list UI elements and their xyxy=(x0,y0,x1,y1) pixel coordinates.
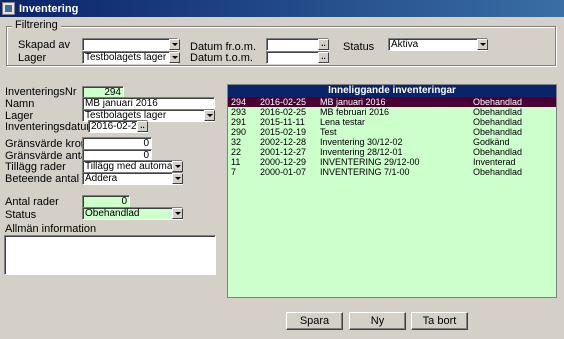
row-status: Obehandlad xyxy=(473,127,523,137)
row-name: Inventering 28/12-01 xyxy=(320,147,403,157)
list-row[interactable]: 7 2000-01-07 INVENTERING 7/1-00 Obehandlad xyxy=(228,167,556,177)
list-row[interactable]: 11 2000-12-29 INVENTERING 29/12-00 Inventer… xyxy=(228,157,556,167)
row-nr: 294 xyxy=(231,97,247,107)
row-nr: 291 xyxy=(231,117,247,127)
row-nr: 22 xyxy=(231,147,242,157)
tillagg-rader-label: Tillägg rader xyxy=(5,161,66,173)
datum-from-picker-button[interactable]: .. xyxy=(318,39,329,50)
row-name: INVENTERING 7/1-00 xyxy=(320,167,410,177)
inventeringsdatum-picker-button[interactable]: .. xyxy=(137,121,148,132)
spara-button[interactable]: Spara xyxy=(286,312,343,330)
filter-lager-label: Lager xyxy=(18,52,47,64)
row-status: Obehandlad xyxy=(473,97,523,107)
row-date: 2000-12-29 xyxy=(260,157,307,167)
antal-rader-label: Antal rader xyxy=(5,196,59,208)
tillagg-rader-dropdown-button[interactable] xyxy=(172,161,183,172)
beteende-antal-field[interactable]: Addera xyxy=(82,172,183,185)
status-dropdown-button[interactable] xyxy=(172,208,183,219)
beteende-antal-dropdown-button[interactable] xyxy=(172,173,183,184)
row-status: Godkänd xyxy=(473,137,510,147)
lager-dropdown-button[interactable] xyxy=(204,110,215,121)
window-title: Inventering xyxy=(19,2,79,15)
row-name: Lena testar xyxy=(320,117,366,127)
row-status: Inventerad xyxy=(473,157,516,167)
beteende-antal-label: Beteende antal xyxy=(5,173,80,185)
list-body: 294 2016-02-25 MB januari 2016 Obehandlad 29… xyxy=(228,97,556,177)
status-label: Status xyxy=(5,209,37,221)
list-header: Inneliggande inventeringar xyxy=(228,85,556,97)
title-bar[interactable]: Inventering xyxy=(0,0,564,17)
filter-status-field[interactable]: Aktiva xyxy=(388,38,488,51)
filter-lager-field[interactable]: Testbolagets lager xyxy=(82,51,178,64)
row-date: 2015-02-19 xyxy=(260,127,307,137)
row-name: Inventering 30/12-02 xyxy=(320,137,403,147)
filter-status-label: Status xyxy=(343,41,375,53)
filter-lager-dropdown-button[interactable] xyxy=(169,52,180,63)
row-date: 2016-02-25 xyxy=(260,107,307,117)
app-icon xyxy=(2,2,15,15)
row-date: 2002-12-28 xyxy=(260,137,307,147)
skapad-av-label: Skapad av xyxy=(18,39,70,51)
skapad-av-dropdown-button[interactable] xyxy=(169,39,180,50)
list-row[interactable]: 32 2002-12-28 Inventering 30/12-02 Godkänd xyxy=(228,137,556,147)
list-row[interactable]: 293 2016-02-25 MB februari 2016 Obehandlad xyxy=(228,107,556,117)
filter-group-label: Filtrering xyxy=(12,19,61,31)
row-name: MB januari 2016 xyxy=(320,97,386,107)
datum-tom-picker-button[interactable]: .. xyxy=(318,52,329,63)
ta-bort-button[interactable]: Ta bort xyxy=(411,312,468,330)
row-status: Obehandlad xyxy=(473,107,523,117)
row-name: INVENTERING 29/12-00 xyxy=(320,157,420,167)
row-nr: 11 xyxy=(231,157,241,167)
row-name: Test xyxy=(320,127,337,137)
row-nr: 293 xyxy=(231,107,247,117)
allman-information-textarea[interactable] xyxy=(4,235,216,275)
status-field[interactable]: Obehandlad xyxy=(82,207,183,220)
namn-label: Namn xyxy=(5,98,35,110)
inneliggande-inventeringar-list[interactable]: Inneliggande inventeringar 294 2016-02-25… xyxy=(227,84,557,298)
row-date: 2016-02-25 xyxy=(260,97,307,107)
list-row[interactable]: 22 2001-12-27 Inventering 28/12-01 Obehandl… xyxy=(228,147,556,157)
list-row[interactable]: 294 2016-02-25 MB januari 2016 Obehandlad xyxy=(228,97,556,107)
row-date: 2000-01-07 xyxy=(260,167,307,177)
row-nr: 290 xyxy=(231,127,247,137)
datum-tom-label: Datum t.o.m. xyxy=(190,52,253,64)
ny-button[interactable]: Ny xyxy=(349,312,406,330)
list-row[interactable]: 291 2015-11-11 Lena testar Obehandlad xyxy=(228,117,556,127)
skapad-av-field[interactable] xyxy=(82,38,178,51)
row-status: Obehandlad xyxy=(473,147,523,157)
row-status: Obehandlad xyxy=(473,117,523,127)
inventeringsnr-label: InventeringsNr xyxy=(5,86,77,98)
row-nr: 32 xyxy=(231,137,242,147)
allman-information-label: Allmän information xyxy=(5,223,97,235)
inventeringsdatum-label: Inventeringsdatum xyxy=(5,121,96,133)
list-row[interactable]: 290 2015-02-19 Test Obehandlad xyxy=(228,127,556,137)
row-name: MB februari 2016 xyxy=(320,107,390,117)
row-nr: 7 xyxy=(231,167,237,177)
row-status: Obehandlad xyxy=(473,167,523,177)
row-date: 2001-12-27 xyxy=(260,147,307,157)
row-date: 2015-11-11 xyxy=(260,117,305,127)
filter-status-dropdown-button[interactable] xyxy=(477,39,488,50)
